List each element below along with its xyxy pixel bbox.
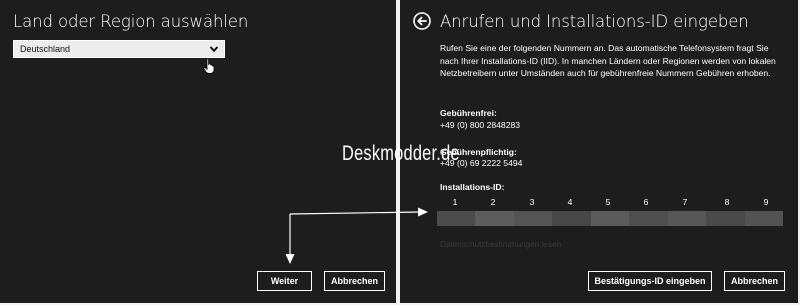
id-group-number: 3 [529, 197, 535, 207]
hand-cursor-icon [203, 58, 215, 74]
id-group-blurred [437, 211, 476, 226]
installation-id-title: Anrufen und Installations-ID eingeben [440, 12, 749, 31]
id-group-number: 1 [452, 197, 458, 207]
id-group-number: 2 [490, 197, 496, 207]
id-group-blurred [552, 211, 591, 226]
watermark: Deskmodder.de [342, 142, 460, 165]
toll-free-label: Gebührenfrei: [440, 108, 497, 118]
enter-confirmation-id-button[interactable]: Bestätigungs-ID eingeben [588, 271, 712, 291]
privacy-link[interactable]: Datenschutzbestimmungen lesen [440, 240, 561, 249]
id-group-number: 6 [643, 197, 649, 207]
installation-id-label: Installations-ID: [440, 182, 505, 192]
country-dropdown-value: Deutschland [20, 44, 71, 54]
installation-id-blurred [437, 211, 783, 226]
id-group-blurred [744, 211, 783, 226]
chevron-down-icon [209, 46, 219, 53]
id-group-blurred [590, 211, 630, 226]
id-group-blurred [629, 211, 668, 226]
next-button[interactable]: Weiter [257, 271, 312, 291]
id-group-number: 8 [724, 197, 730, 207]
id-group-number: 7 [682, 197, 688, 207]
id-group-number: 5 [605, 197, 611, 207]
id-group-blurred [475, 211, 514, 226]
back-arrow-icon[interactable] [413, 12, 431, 30]
cancel-button[interactable]: Abbrechen [724, 271, 785, 291]
cancel-button[interactable]: Abbrechen [324, 271, 385, 291]
country-dropdown[interactable]: Deutschland [13, 40, 225, 58]
toll-free-number: +49 (0) 800 2848283 [440, 120, 521, 130]
instructions-text: Rufen Sie eine der folgenden Nummern an.… [440, 43, 776, 79]
id-group-blurred [706, 211, 745, 226]
country-selection-title: Land oder Region auswählen [13, 12, 249, 31]
id-group-blurred [513, 211, 553, 226]
id-group-blurred [667, 211, 707, 226]
id-group-number: 4 [567, 197, 573, 207]
id-group-number: 9 [763, 197, 769, 207]
